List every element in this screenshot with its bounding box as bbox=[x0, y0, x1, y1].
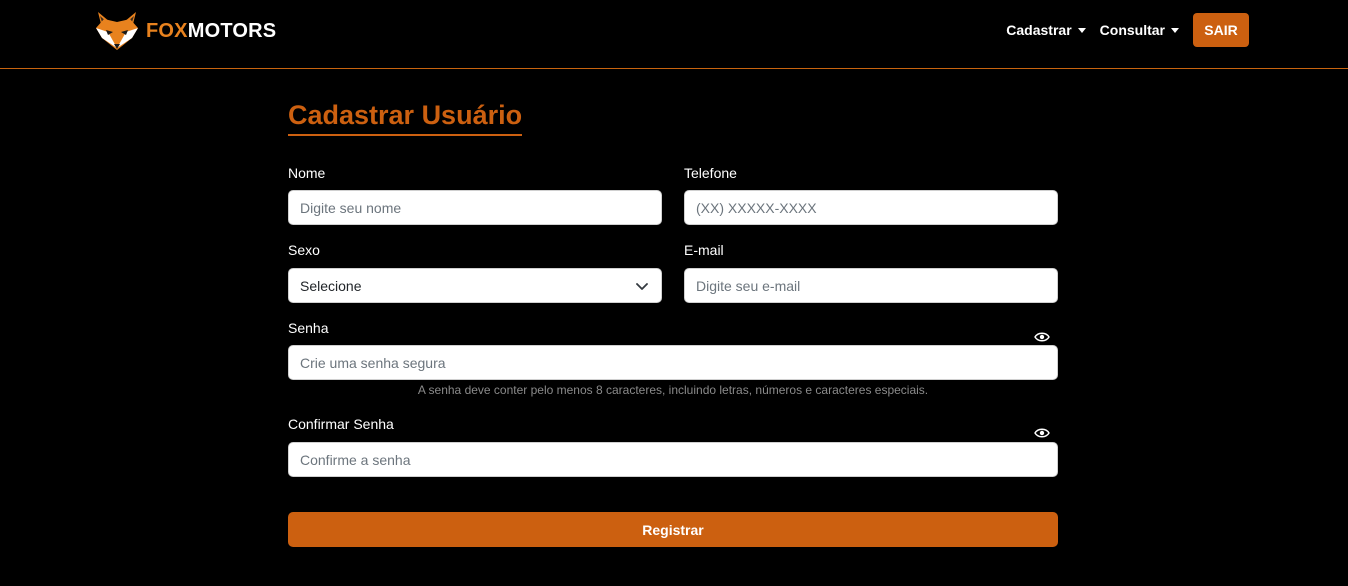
register-button[interactable]: Registrar bbox=[288, 512, 1058, 547]
nome-label: Nome bbox=[288, 165, 326, 181]
senha-hint: A senha deve conter pelo menos 8 caracte… bbox=[417, 383, 929, 397]
email-input[interactable] bbox=[684, 268, 1058, 303]
nav-consultar-label: Consultar bbox=[1099, 22, 1165, 38]
sexo-select[interactable]: Selecione bbox=[288, 268, 662, 303]
logout-button[interactable]: SAIR bbox=[1193, 13, 1249, 47]
navbar: FOXMOTORS Cadastrar Consultar SAIR bbox=[0, 0, 1348, 69]
eye-icon[interactable] bbox=[1034, 427, 1050, 439]
confirmar-senha-label: Confirmar Senha bbox=[288, 416, 394, 432]
nav-consultar-dropdown[interactable]: Consultar bbox=[1100, 22, 1179, 38]
senha-input[interactable] bbox=[288, 345, 1058, 380]
page-title: Cadastrar Usuário bbox=[288, 100, 523, 136]
fox-logo-icon bbox=[96, 12, 138, 50]
telefone-label: Telefone bbox=[684, 165, 737, 181]
nav-cadastrar-label: Cadastrar bbox=[1006, 22, 1072, 38]
chevron-down-icon bbox=[636, 283, 648, 290]
brand-name: FOXMOTORS bbox=[146, 20, 276, 43]
eye-icon[interactable] bbox=[1034, 331, 1050, 343]
register-user-form: Cadastrar Usuário Nome Telefone Sexo Sel… bbox=[288, 100, 1058, 547]
nav-menu: Cadastrar Consultar SAIR bbox=[1006, 13, 1249, 47]
senha-label: Senha bbox=[288, 320, 329, 336]
nome-input[interactable] bbox=[288, 190, 662, 225]
caret-down-icon bbox=[1171, 28, 1179, 33]
brand-logo[interactable]: FOXMOTORS bbox=[92, 8, 276, 54]
sexo-selected-value: Selecione bbox=[300, 277, 362, 294]
telefone-input[interactable] bbox=[684, 190, 1058, 225]
email-label: E-mail bbox=[684, 242, 724, 258]
nav-cadastrar-dropdown[interactable]: Cadastrar bbox=[1006, 22, 1086, 38]
sexo-label: Sexo bbox=[288, 242, 320, 258]
brand-name-part2: MOTORS bbox=[187, 19, 277, 42]
caret-down-icon bbox=[1077, 28, 1086, 33]
confirmar-senha-input[interactable] bbox=[288, 442, 1058, 477]
brand-name-part1: FOX bbox=[146, 19, 188, 42]
